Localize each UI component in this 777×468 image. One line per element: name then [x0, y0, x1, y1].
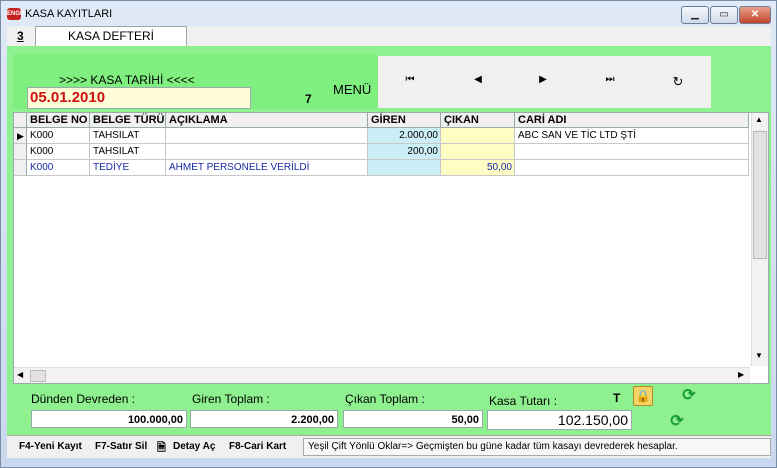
refresh-icon[interactable]: ↻ [668, 74, 688, 90]
row-indicator-header [14, 113, 27, 128]
devreden-label: Dünden Devreden : [31, 392, 136, 406]
cell-aciklama[interactable]: AHMET PERSONELE VERİLDİ [166, 160, 368, 176]
row-indicator [14, 160, 27, 176]
cell-cikan[interactable] [441, 128, 515, 144]
f7-delete-row-button[interactable]: F7-Satır Sil [95, 441, 147, 452]
scroll-down-icon[interactable]: ▼ [755, 351, 763, 360]
window: ENGIN KASA KAYITLARI ▁ ▭ ✕ 3 KASA DEFTER… [0, 0, 777, 468]
scroll-right-icon[interactable]: ▶ [738, 370, 744, 379]
status-message: Yeşil Çift Yönlü Oklar=> Geçmişten bu gü… [303, 438, 771, 456]
navigation-bar: ⏮ ◀ ▶ ⏭ ↻ [378, 56, 711, 108]
col-cikan[interactable]: ÇIKAN [441, 113, 515, 128]
cell-cikan[interactable]: 50,00 [441, 160, 515, 176]
cell-giren[interactable]: 200,00 [368, 144, 441, 160]
last-record-icon[interactable]: ⏭ [600, 74, 620, 90]
cikan-toplam-label: Çıkan Toplam : [345, 392, 425, 406]
cell-belge-no[interactable]: K000 [27, 128, 90, 144]
cell-cari-adi[interactable]: ABC SAN VE TİC LTD ŞTİ [515, 128, 749, 144]
f4-new-record-button[interactable]: F4-Yeni Kayıt [19, 441, 82, 452]
title-bar: ENGIN KASA KAYITLARI ▁ ▭ ✕ [1, 1, 776, 27]
cell-cikan[interactable] [441, 144, 515, 160]
col-belge-no[interactable]: BELGE NO [27, 113, 90, 128]
first-record-icon[interactable]: ⏮ [400, 74, 420, 90]
cell-giren[interactable]: 2.000,00 [368, 128, 441, 144]
f8-cari-kart-button[interactable]: F8-Cari Kart [229, 441, 286, 452]
refresh-green-icon-2[interactable]: ⟳ [669, 414, 685, 430]
tab-kasa-defteri[interactable]: KASA DEFTERİ [35, 26, 187, 46]
maximize-icon: ▭ [719, 9, 729, 20]
cell-belge-turu[interactable]: TEDİYE [90, 160, 166, 176]
row-indicator [14, 144, 27, 160]
refresh-green-icon[interactable]: ⟳ [681, 388, 697, 404]
t-label: T [613, 391, 621, 405]
col-belge-turu[interactable]: BELGE TÜRÜ [90, 113, 166, 128]
scroll-left-icon[interactable]: ◀ [17, 370, 23, 379]
status-bar: F4-Yeni Kayıt F7-Satır Sil 🗎 Detay Aç F8… [7, 435, 771, 458]
col-cari-adi[interactable]: CARİ ADI [515, 113, 749, 128]
col-aciklama[interactable]: AÇIKLAMA [166, 113, 368, 128]
horizontal-scrollbar[interactable]: ◀ ▶ [14, 367, 750, 383]
detail-icon: 🗎 [157, 442, 166, 454]
col-giren[interactable]: GİREN [368, 113, 441, 128]
cell-cari-adi[interactable] [515, 160, 749, 176]
cell-aciklama[interactable] [166, 144, 368, 160]
close-icon: ✕ [750, 9, 760, 20]
close-button[interactable]: ✕ [739, 6, 771, 24]
cell-belge-turu[interactable]: TAHSILAT [90, 144, 166, 160]
tab-number: 3 [17, 29, 24, 43]
date-box: >>>> KASA TARİHİ <<<< 05.01.2010 7 MENÜ [13, 54, 378, 109]
cell-cari-adi[interactable] [515, 144, 749, 160]
maximize-button[interactable]: ▭ [710, 6, 738, 24]
cell-aciklama[interactable] [166, 128, 368, 144]
date-label: >>>> KASA TARİHİ <<<< [59, 73, 195, 87]
lock-icon[interactable]: 🔒 [633, 386, 653, 406]
cikan-toplam-value[interactable]: 50,00 [343, 410, 483, 428]
scroll-thumb[interactable] [753, 131, 767, 259]
minimize-icon: ▁ [691, 9, 699, 20]
app-icon: ENGIN [7, 8, 26, 20]
devreden-value[interactable]: 100.000,00 [31, 410, 187, 428]
detay-ac-button[interactable]: Detay Aç [173, 441, 215, 452]
next-record-icon[interactable]: ▶ [533, 74, 553, 90]
vertical-scrollbar[interactable]: ▲ ▼ [751, 113, 768, 366]
tab-bar: 3 KASA DEFTERİ [7, 26, 771, 47]
cell-belge-no[interactable]: K000 [27, 144, 90, 160]
cell-giren[interactable] [368, 160, 441, 176]
cell-belge-turu[interactable]: TAHSILAT [90, 128, 166, 144]
date-input[interactable]: 05.01.2010 [27, 87, 251, 109]
records-grid[interactable]: BELGE NO BELGE TÜRÜ AÇIKLAMA GİREN ÇIKAN… [13, 112, 769, 384]
giren-toplam-label: Giren Toplam : [192, 392, 270, 406]
cell-belge-no[interactable]: K000 [27, 160, 90, 176]
hscroll-thumb[interactable] [30, 370, 46, 382]
kasa-tutari-label: Kasa Tutarı : [489, 394, 558, 408]
menu-button[interactable]: MENÜ [333, 82, 371, 97]
main-panel: >>>> KASA TARİHİ <<<< 05.01.2010 7 MENÜ … [7, 46, 771, 458]
window-title: KASA KAYITLARI [25, 8, 113, 20]
prev-record-icon[interactable]: ◀ [468, 74, 488, 90]
scroll-up-icon[interactable]: ▲ [755, 115, 763, 124]
kasa-tutari-value[interactable]: 102.150,00 [487, 410, 632, 430]
record-count: 7 [305, 92, 312, 106]
minimize-button[interactable]: ▁ [681, 6, 709, 24]
row-pointer-icon: ▶ [14, 128, 27, 144]
giren-toplam-value[interactable]: 2.200,00 [190, 410, 338, 428]
